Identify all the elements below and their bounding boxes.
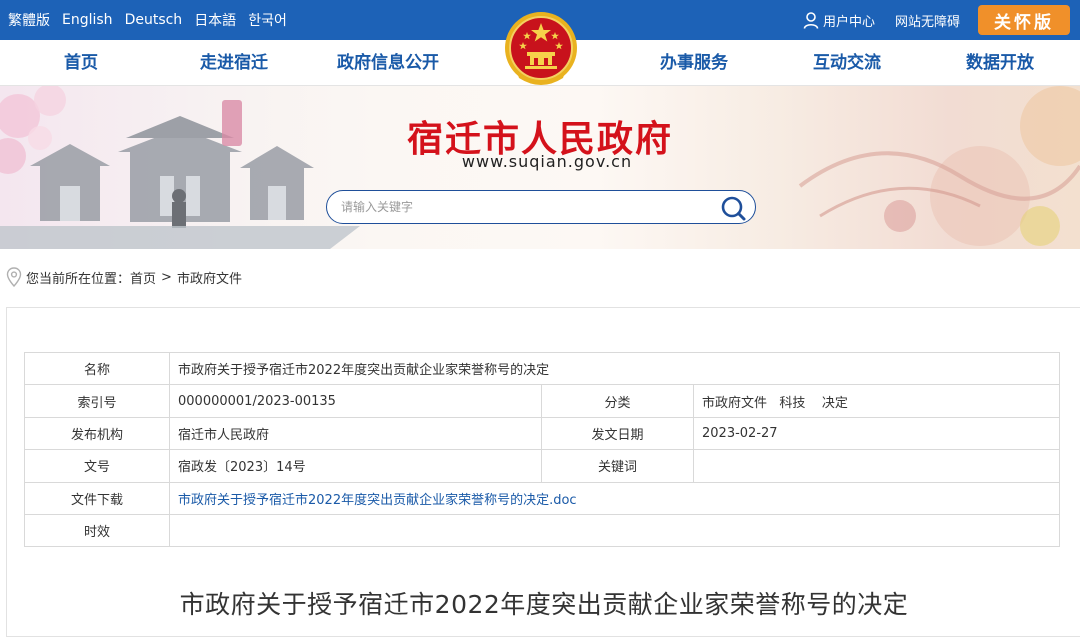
document-title: 市政府关于授予宿迁市2022年度突出贡献企业家荣誉称号的决定 bbox=[179, 590, 909, 619]
breadcrumb-prefix: 您当前所在位置： bbox=[26, 271, 131, 287]
national-emblem-icon bbox=[503, 8, 579, 90]
table-row: 发布机构 宿迁市人民政府 发文日期 2023-02-27 bbox=[24, 416, 1061, 451]
search-input[interactable] bbox=[341, 191, 711, 223]
user-center-label: 用户中心 bbox=[822, 14, 875, 30]
meta-validity-value bbox=[168, 513, 1061, 548]
meta-category-label: 分类 bbox=[541, 384, 694, 418]
nav-open-data[interactable]: 数据开放 bbox=[966, 40, 1034, 86]
location-pin-icon bbox=[6, 267, 22, 287]
user-center-link[interactable]: 用户中心 bbox=[803, 11, 875, 30]
meta-category-value: 市政府文件 科技 决定 bbox=[692, 384, 1061, 418]
lang-korean[interactable]: 한국어 bbox=[248, 10, 287, 30]
meta-issuer-label: 发布机构 bbox=[24, 416, 170, 451]
table-row: 名称 市政府关于授予宿迁市2022年度突出贡献企业家荣誉称号的决定 bbox=[24, 351, 1061, 386]
meta-index-value: 000000001/2023-00135 bbox=[169, 384, 542, 418]
search-icon bbox=[721, 196, 746, 221]
table-row: 索引号 000000001/2023-00135 分类 市政府文件 科技 决定 bbox=[24, 384, 1061, 418]
meta-name-value: 市政府关于授予宿迁市2022年度突出贡献企业家荣誉称号的决定 bbox=[168, 351, 1061, 386]
meta-keywords-label: 关键词 bbox=[541, 449, 694, 483]
meta-keywords-value bbox=[692, 449, 1061, 483]
user-icon bbox=[803, 11, 819, 29]
meta-download-cell: 市政府关于授予宿迁市2022年度突出贡献企业家荣誉称号的决定.doc bbox=[168, 481, 1061, 515]
nav-about-suqian[interactable]: 走进宿迁 bbox=[200, 40, 268, 86]
table-row: 文件下载 市政府关于授予宿迁市2022年度突出贡献企业家荣誉称号的决定.doc bbox=[24, 481, 1061, 515]
lang-english[interactable]: English bbox=[62, 12, 113, 28]
banner: 宿迁市人民政府 www.suqian.gov.cn bbox=[0, 86, 1080, 249]
breadcrumb-separator: > bbox=[161, 269, 172, 285]
breadcrumb: 您当前所在位置： 首页 > 市政府文件 bbox=[6, 266, 242, 288]
table-row: 文号 宿政发〔2023〕14号 关键词 bbox=[24, 449, 1061, 483]
content-panel: 名称 市政府关于授予宿迁市2022年度突出贡献企业家荣誉称号的决定 索引号 00… bbox=[6, 307, 1080, 637]
meta-issuer-value: 宿迁市人民政府 bbox=[169, 416, 542, 451]
search-button[interactable] bbox=[719, 194, 747, 222]
meta-index-label: 索引号 bbox=[24, 384, 170, 418]
lang-traditional-chinese[interactable]: 繁體版 bbox=[8, 10, 50, 30]
nav-gov-info[interactable]: 政府信息公开 bbox=[337, 40, 439, 86]
nav-interaction[interactable]: 互动交流 bbox=[813, 40, 881, 86]
language-switcher: 繁體版 English Deutsch 日本語 한국어 bbox=[8, 0, 287, 40]
lang-deutsch[interactable]: Deutsch bbox=[125, 12, 183, 28]
lang-japanese[interactable]: 日本語 bbox=[194, 10, 236, 30]
meta-download-label: 文件下载 bbox=[24, 481, 170, 515]
care-mode-button[interactable]: 关怀版 bbox=[978, 5, 1070, 35]
top-right-links: 用户中心 网站无障碍 关怀版 bbox=[803, 0, 1070, 40]
breadcrumb-home[interactable]: 首页 bbox=[130, 268, 156, 287]
site-url: www.suqian.gov.cn bbox=[461, 152, 633, 171]
document-download-link[interactable]: 市政府关于授予宿迁市2022年度突出贡献企业家荣誉称号的决定.doc bbox=[178, 493, 577, 508]
meta-doc-number-label: 文号 bbox=[24, 449, 170, 483]
nav-services[interactable]: 办事服务 bbox=[660, 40, 728, 86]
meta-validity-label: 时效 bbox=[24, 513, 170, 548]
nav-home[interactable]: 首页 bbox=[64, 40, 98, 86]
table-row: 时效 bbox=[24, 513, 1061, 548]
document-meta-table: 名称 市政府关于授予宿迁市2022年度突出贡献企业家荣誉称号的决定 索引号 00… bbox=[24, 351, 1061, 548]
accessibility-link[interactable]: 网站无障碍 bbox=[895, 11, 960, 30]
meta-doc-number-value: 宿政发〔2023〕14号 bbox=[169, 449, 542, 483]
meta-name-label: 名称 bbox=[24, 351, 170, 386]
search-box bbox=[326, 190, 756, 224]
meta-date-value: 2023-02-27 bbox=[692, 416, 1061, 451]
meta-date-label: 发文日期 bbox=[541, 416, 694, 451]
breadcrumb-city-gov-docs[interactable]: 市政府文件 bbox=[177, 268, 242, 287]
